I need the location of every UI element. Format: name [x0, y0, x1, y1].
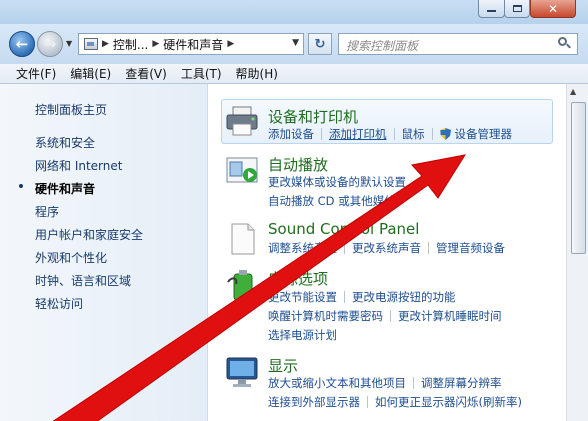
sidebar-item-home[interactable]: 控制面板主页 — [35, 101, 107, 118]
title-bar: ✕ — [0, 0, 588, 24]
menu-edit[interactable]: 编辑(E) — [70, 65, 111, 82]
address-bar[interactable]: ▶ 控制... ▶ 硬件和声音 ▶ ▼ — [78, 33, 304, 55]
menu-help[interactable]: 帮助(H) — [236, 65, 278, 82]
control-panel-icon — [84, 38, 98, 50]
category-links-display-row2: 连接到外部显示器 如何更正显示器闪烁(刷新率) — [268, 394, 522, 410]
link-change-power-saving[interactable]: 更改节能设置 — [268, 289, 337, 305]
link-add-printer[interactable]: 添加打印机 — [329, 126, 387, 142]
arrow-right-icon: → — [43, 34, 57, 53]
vertical-scrollbar[interactable]: ▲ — [566, 84, 588, 421]
link-device-manager[interactable]: 设备管理器 — [455, 126, 513, 142]
link-adjust-volume[interactable]: 调整系统音量 — [268, 240, 337, 256]
back-button[interactable]: ← — [9, 31, 35, 57]
category-links-autoplay-row1: 更改媒体或设备的默认设置 — [268, 174, 406, 190]
minimize-icon — [487, 10, 496, 12]
category-links-autoplay-row2: 自动播放 CD 或其他媒体 — [268, 193, 396, 209]
sidebar-item-hardware-sound[interactable]: 硬件和声音 — [35, 180, 95, 197]
link-mouse[interactable]: 鼠标 — [402, 126, 425, 142]
breadcrumb-separator-icon[interactable]: ▶ — [152, 39, 159, 49]
maximize-icon — [512, 5, 522, 12]
sidebar-item-network[interactable]: 网络和 Internet — [35, 157, 122, 174]
close-button[interactable]: ✕ — [530, 0, 576, 18]
link-external-display[interactable]: 连接到外部显示器 — [268, 394, 360, 410]
printer-icon — [226, 106, 258, 136]
sidebar-item-programs[interactable]: 程序 — [35, 203, 59, 220]
minimize-button[interactable] — [478, 0, 505, 18]
menu-view[interactable]: 查看(V) — [125, 65, 167, 82]
link-sleep-time[interactable]: 更改计算机睡眠时间 — [398, 308, 502, 324]
link-wake-password[interactable]: 唤醒计算机时需要密码 — [268, 308, 383, 324]
link-fix-flicker[interactable]: 如何更正显示器闪烁(刷新率) — [375, 394, 522, 410]
sidebar-item-system-security[interactable]: 系统和安全 — [35, 134, 95, 151]
control-panel-window: ✕ ← → ▼ ▶ 控制... ▶ 硬件和声音 ▶ ▼ ↻ 文件(F) 编辑(E… — [0, 0, 588, 421]
category-links-display-row1: 放大或缩小文本和其他项目 调整屏幕分辨率 — [268, 375, 502, 391]
link-manage-audio-devices[interactable]: 管理音频设备 — [436, 240, 505, 256]
menu-bar: 文件(F) 编辑(E) 查看(V) 工具(T) 帮助(H) — [0, 64, 588, 84]
menu-tools[interactable]: 工具(T) — [181, 65, 222, 82]
autoplay-icon — [226, 157, 258, 183]
maximize-button[interactable] — [504, 0, 530, 18]
scroll-up-icon[interactable]: ▲ — [570, 87, 576, 96]
address-row: ← → ▼ ▶ 控制... ▶ 硬件和声音 ▶ ▼ ↻ — [0, 24, 588, 64]
sidebar: 控制面板主页 系统和安全 网络和 Internet 硬件和声音 程序 用户帐户和… — [0, 84, 208, 421]
category-title-power[interactable]: 电源选项 — [268, 268, 328, 289]
breadcrumb-separator-icon[interactable]: ▶ — [227, 39, 234, 49]
search-input[interactable] — [338, 33, 578, 55]
category-title-devices-printers[interactable]: 设备和打印机 — [268, 106, 358, 127]
refresh-button[interactable]: ↻ — [308, 33, 332, 55]
category-links-devices-printers: 添加设备 添加打印机 鼠标 设备管理器 — [268, 126, 512, 142]
link-text-size[interactable]: 放大或缩小文本和其他项目 — [268, 375, 406, 391]
search-icon[interactable] — [558, 37, 567, 46]
document-icon — [231, 223, 255, 255]
category-links-sound: 调整系统音量 更改系统声音 管理音频设备 — [268, 240, 505, 256]
category-title-display[interactable]: 显示 — [268, 355, 298, 376]
sidebar-item-appearance[interactable]: 外观和个性化 — [35, 249, 107, 266]
arrow-left-icon: ← — [15, 34, 29, 53]
close-icon: ✕ — [547, 1, 559, 16]
monitor-icon — [226, 357, 258, 387]
refresh-icon: ↻ — [314, 36, 326, 52]
category-links-power-row3: 选择电源计划 — [268, 327, 337, 343]
link-autoplay-cd[interactable]: 自动播放 CD 或其他媒体 — [268, 193, 396, 209]
breadcrumb-control-panel[interactable]: 控制... — [113, 36, 148, 53]
link-power-button-function[interactable]: 更改电源按钮的功能 — [352, 289, 456, 305]
link-change-media-defaults[interactable]: 更改媒体或设备的默认设置 — [268, 174, 406, 190]
link-choose-power-plan[interactable]: 选择电源计划 — [268, 327, 337, 343]
breadcrumb-hardware-sound[interactable]: 硬件和声音 — [163, 36, 223, 53]
sidebar-item-user-accounts[interactable]: 用户帐户和家庭安全 — [35, 226, 143, 243]
link-add-device[interactable]: 添加设备 — [268, 126, 314, 142]
breadcrumb-separator-icon[interactable]: ▶ — [102, 39, 109, 49]
link-screen-resolution[interactable]: 调整屏幕分辨率 — [421, 375, 502, 391]
sidebar-item-clock-region[interactable]: 时钟、语言和区域 — [35, 272, 131, 289]
forward-button[interactable]: → — [37, 31, 63, 57]
link-change-system-sounds[interactable]: 更改系统声音 — [352, 240, 421, 256]
battery-icon — [227, 270, 253, 301]
uac-shield-icon — [439, 128, 451, 140]
scrollbar-thumb[interactable] — [571, 102, 586, 254]
address-dropdown-icon[interactable]: ▼ — [292, 38, 299, 48]
category-links-power-row1: 更改节能设置 更改电源按钮的功能 — [268, 289, 456, 305]
category-title-autoplay[interactable]: 自动播放 — [268, 154, 328, 175]
sidebar-item-ease-of-access[interactable]: 轻松访问 — [35, 295, 83, 312]
history-dropdown-icon[interactable]: ▼ — [66, 40, 74, 48]
active-bullet-icon — [19, 184, 23, 188]
menu-file[interactable]: 文件(F) — [16, 65, 56, 82]
category-title-sound[interactable]: Sound Control Panel — [268, 220, 419, 238]
content-pane: 设备和打印机 添加设备 添加打印机 鼠标 设备管理器 自动播放 更改媒体或设备的… — [208, 84, 588, 421]
category-links-power-row2: 唤醒计算机时需要密码 更改计算机睡眠时间 — [268, 308, 502, 324]
